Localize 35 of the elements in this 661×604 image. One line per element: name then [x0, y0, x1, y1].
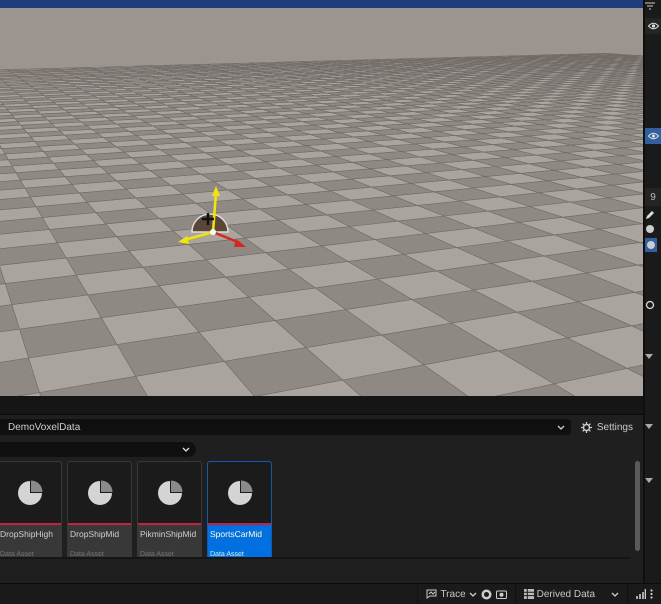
eye-icon[interactable] — [648, 22, 658, 30]
camera-icon[interactable] — [496, 589, 507, 599]
scrollbar-thumb[interactable] — [634, 461, 640, 551]
trace-icon — [426, 589, 438, 599]
filter-icon[interactable] — [645, 2, 655, 10]
asset-name: DropShipHigh — [0, 528, 54, 539]
settings-button[interactable]: Settings — [576, 422, 637, 432]
derived-data-button[interactable]: Derived Data — [524, 588, 619, 600]
pie-chart-icon — [226, 480, 252, 506]
pie-chart-icon — [156, 480, 182, 506]
chevron-down-icon — [611, 592, 619, 596]
outliner-row[interactable] — [645, 18, 661, 34]
search-icon[interactable] — [645, 300, 655, 310]
record-icon[interactable] — [480, 588, 492, 600]
asset-name: DropShipMid — [69, 528, 120, 539]
chevron-down-icon — [468, 592, 477, 596]
chevron-down-icon — [182, 447, 190, 452]
chevron-down-icon — [556, 424, 565, 430]
count-label: 9 — [645, 188, 661, 206]
pencil-icon[interactable] — [645, 210, 655, 220]
asset-name: SportsCarMid — [209, 528, 263, 539]
trace-button[interactable]: Trace — [426, 588, 477, 600]
transform-gizmo-icon — [178, 186, 246, 247]
triangle-icon[interactable] — [645, 354, 653, 360]
triangle-icon[interactable] — [645, 478, 653, 484]
pie-chart-icon — [16, 480, 42, 506]
pie-chart-icon — [86, 480, 112, 506]
more-options-icon[interactable] — [650, 589, 653, 599]
bar-chart-icon[interactable] — [636, 589, 646, 599]
settings-icon — [580, 422, 592, 432]
table-icon — [524, 589, 534, 599]
sphere-icon[interactable] — [645, 224, 655, 234]
path-field[interactable]: DemoVoxelData — [0, 419, 571, 435]
asset-name: PikminShipMid — [139, 528, 198, 539]
triangle-icon[interactable] — [645, 424, 653, 430]
